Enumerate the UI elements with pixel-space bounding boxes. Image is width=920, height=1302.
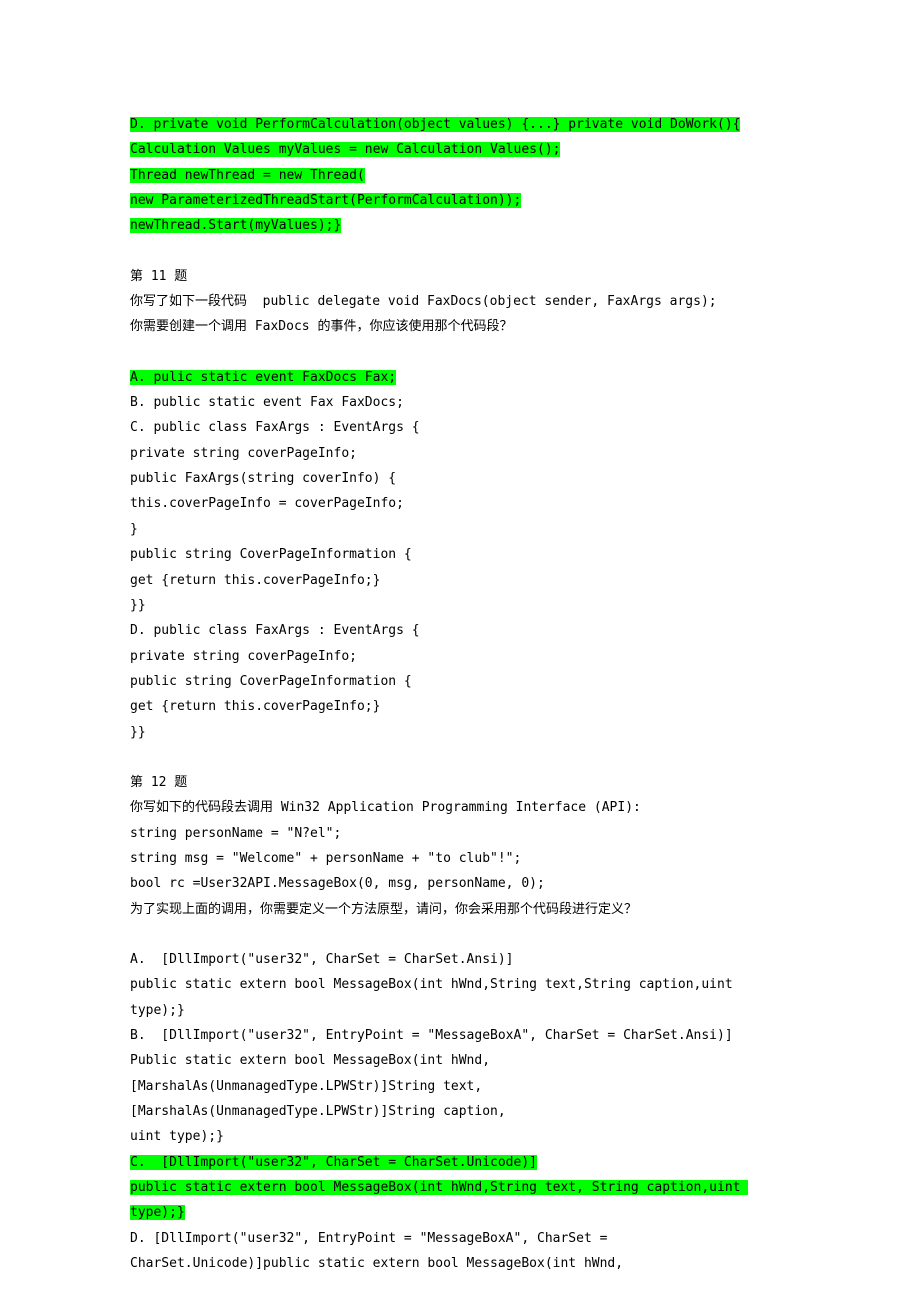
text-line: D. public class FaxArgs : EventArgs {: [130, 618, 790, 643]
highlighted-text: public static extern bool MessageBox(int…: [130, 1180, 748, 1220]
text: 第 11 题: [130, 269, 187, 284]
text: 你写如下的代码段去调用 Win32 Application Programmin…: [130, 800, 641, 815]
text-line: public string CoverPageInformation {: [130, 542, 790, 567]
text-line: B. [DllImport("user32", EntryPoint = "Me…: [130, 1023, 790, 1048]
text: A. [DllImport("user32", CharSet = CharSe…: [130, 952, 514, 967]
text-line: 为了实现上面的调用，你需要定义一个方法原型，请问，你会采用那个代码段进行定义？: [130, 897, 790, 922]
text-line: 你需要创建一个调用 FaxDocs 的事件，你应该使用那个代码段？: [130, 314, 790, 339]
text: public FaxArgs(string coverInfo) {: [130, 471, 396, 486]
text: C. public class FaxArgs : EventArgs {: [130, 420, 420, 435]
text: public string CoverPageInformation {: [130, 547, 412, 562]
highlighted-text: C. [DllImport("user32", CharSet = CharSe…: [130, 1155, 537, 1170]
text-line: string personName = "N?el";: [130, 821, 790, 846]
blank-line: [130, 922, 790, 947]
blank-line: [130, 239, 790, 264]
text: Public static extern bool MessageBox(int…: [130, 1053, 490, 1068]
text-line: public static extern bool MessageBox(int…: [130, 1175, 790, 1226]
text: bool rc =User32API.MessageBox(0, msg, pe…: [130, 876, 545, 891]
text-line: }: [130, 517, 790, 542]
text: public static extern bool MessageBox(int…: [130, 977, 740, 1017]
text-line: 你写如下的代码段去调用 Win32 Application Programmin…: [130, 795, 790, 820]
text-line: private string coverPageInfo;: [130, 644, 790, 669]
text: this.coverPageInfo = coverPageInfo;: [130, 496, 404, 511]
text-line: Public static extern bool MessageBox(int…: [130, 1048, 790, 1073]
highlighted-text: Calculation Values myValues = new Calcul…: [130, 142, 560, 157]
text: [MarshalAs(UnmanagedType.LPWStr)]String …: [130, 1079, 482, 1094]
text-line: 第 12 题: [130, 770, 790, 795]
text: uint type);}: [130, 1129, 224, 1144]
text: D. [DllImport("user32", EntryPoint = "Me…: [130, 1231, 607, 1246]
highlighted-text: Thread newThread = new Thread(: [130, 168, 365, 183]
text-line: A. [DllImport("user32", CharSet = CharSe…: [130, 947, 790, 972]
text: public string CoverPageInformation {: [130, 674, 412, 689]
highlighted-text: new ParameterizedThreadStart(PerformCalc…: [130, 193, 521, 208]
text-line: newThread.Start(myValues);}: [130, 213, 790, 238]
text-line: CharSet.Unicode)]public static extern bo…: [130, 1251, 790, 1276]
text-line: Thread newThread = new Thread(: [130, 163, 790, 188]
text: }: [130, 522, 138, 537]
text-line: [MarshalAs(UnmanagedType.LPWStr)]String …: [130, 1099, 790, 1124]
text-line: 第 11 题: [130, 264, 790, 289]
text-line: public FaxArgs(string coverInfo) {: [130, 466, 790, 491]
text: 你写了如下一段代码 public delegate void FaxDocs(o…: [130, 294, 717, 309]
text-line: 你写了如下一段代码 public delegate void FaxDocs(o…: [130, 289, 790, 314]
text-line: Calculation Values myValues = new Calcul…: [130, 137, 790, 162]
text: private string coverPageInfo;: [130, 649, 357, 664]
text-line: B. public static event Fax FaxDocs;: [130, 390, 790, 415]
text: 你需要创建一个调用 FaxDocs 的事件，你应该使用那个代码段？: [130, 319, 512, 334]
text: string personName = "N?el";: [130, 826, 341, 841]
text-line: bool rc =User32API.MessageBox(0, msg, pe…: [130, 871, 790, 896]
highlighted-text: A. pulic static event FaxDocs Fax;: [130, 370, 396, 385]
text-line: A. pulic static event FaxDocs Fax;: [130, 365, 790, 390]
text-line: [MarshalAs(UnmanagedType.LPWStr)]String …: [130, 1074, 790, 1099]
text: string msg = "Welcome" + personName + "t…: [130, 851, 521, 866]
text: get {return this.coverPageInfo;}: [130, 699, 380, 714]
text-line: C. [DllImport("user32", CharSet = CharSe…: [130, 1150, 790, 1175]
text: B. [DllImport("user32", EntryPoint = "Me…: [130, 1028, 733, 1043]
text-line: C. public class FaxArgs : EventArgs {: [130, 415, 790, 440]
text: B. public static event Fax FaxDocs;: [130, 395, 404, 410]
text-line: private string coverPageInfo;: [130, 441, 790, 466]
text: [MarshalAs(UnmanagedType.LPWStr)]String …: [130, 1104, 506, 1119]
text-line: public static extern bool MessageBox(int…: [130, 972, 790, 1023]
text-line: string msg = "Welcome" + personName + "t…: [130, 846, 790, 871]
text-line: }}: [130, 720, 790, 745]
text-line: public string CoverPageInformation {: [130, 669, 790, 694]
text-line: get {return this.coverPageInfo;}: [130, 568, 790, 593]
blank-line: [130, 745, 790, 770]
text: 第 12 题: [130, 775, 187, 790]
document-page: D. private void PerformCalculation(objec…: [0, 0, 920, 1302]
text-line: uint type);}: [130, 1124, 790, 1149]
text: private string coverPageInfo;: [130, 446, 357, 461]
text: get {return this.coverPageInfo;}: [130, 573, 380, 588]
text-line: }}: [130, 593, 790, 618]
text: }}: [130, 598, 146, 613]
highlighted-text: newThread.Start(myValues);}: [130, 218, 341, 233]
text-line: D. private void PerformCalculation(objec…: [130, 112, 790, 137]
text-line: new ParameterizedThreadStart(PerformCalc…: [130, 188, 790, 213]
blank-line: [130, 340, 790, 365]
highlighted-text: D. private void PerformCalculation(objec…: [130, 117, 740, 132]
text-line: D. [DllImport("user32", EntryPoint = "Me…: [130, 1226, 790, 1251]
text-line: get {return this.coverPageInfo;}: [130, 694, 790, 719]
text: D. public class FaxArgs : EventArgs {: [130, 623, 420, 638]
text: CharSet.Unicode)]public static extern bo…: [130, 1256, 623, 1271]
text: 为了实现上面的调用，你需要定义一个方法原型，请问，你会采用那个代码段进行定义？: [130, 902, 637, 917]
text-line: this.coverPageInfo = coverPageInfo;: [130, 491, 790, 516]
text: }}: [130, 725, 146, 740]
